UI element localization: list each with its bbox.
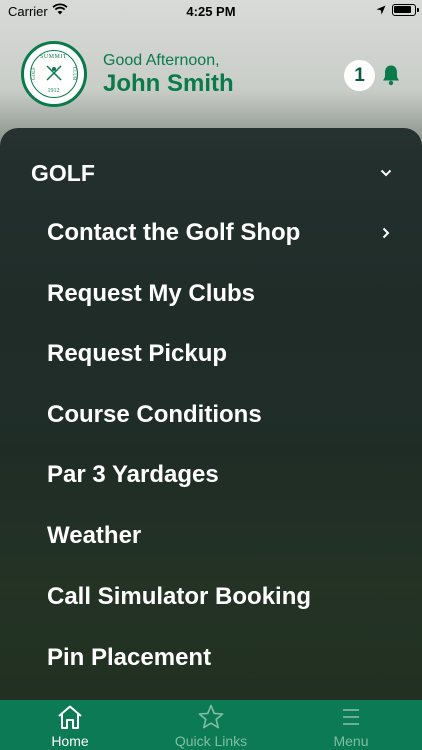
menu-item-label: Call Simulator Booking (47, 583, 312, 610)
star-icon (198, 704, 224, 729)
greeting: Good Afternoon, (103, 52, 220, 69)
tab-bar: Home Quick Links Menu (0, 700, 422, 750)
menu-item-label: Course Conditions (47, 401, 262, 428)
menu-item-label: Weather (47, 522, 142, 549)
header: SUMMIT GOLF CLUB 1912 Good Afternoon, Jo… (0, 24, 422, 130)
battery-icon (392, 4, 419, 16)
section-title: GOLF (31, 160, 95, 186)
menu-item-label: Pin Placement (47, 644, 212, 671)
tab-label: Menu (333, 733, 369, 749)
tab-label: Home (51, 733, 89, 749)
crossed-clubs-icon (46, 65, 62, 81)
menu-item-pin-placement[interactable]: Pin Placement (0, 630, 422, 688)
tab-home[interactable]: Home (0, 700, 140, 750)
menu-item-label: Par 3 Yardages (47, 461, 219, 488)
notification-badge[interactable]: 1 (344, 60, 375, 91)
menu-item-call-simulator-booking[interactable]: Call Simulator Booking (0, 569, 422, 627)
menu-item-contact-golf-shop[interactable]: Contact the Golf Shop (0, 205, 422, 263)
home-icon (58, 705, 82, 729)
status-bar: Carrier 4:25 PM (0, 0, 422, 24)
tab-menu[interactable]: Menu (281, 700, 421, 750)
menu-item-label: Request My Clubs (47, 280, 256, 307)
club-logo: SUMMIT GOLF CLUB 1912 (21, 41, 87, 107)
location-arrow-icon (376, 5, 386, 15)
bell-icon[interactable] (381, 64, 401, 86)
user-name: John Smith (103, 70, 234, 97)
menu-item-label: Request Pickup (47, 340, 228, 367)
menu-item-weather[interactable]: Weather (0, 508, 422, 566)
menu-item-label: Contact the Golf Shop (47, 219, 301, 246)
clock: 4:25 PM (186, 4, 236, 19)
chevron-right-icon (382, 227, 390, 239)
menu-icon (343, 709, 359, 725)
menu-item-request-pickup[interactable]: Request Pickup (0, 326, 422, 384)
menu-item-request-my-clubs[interactable]: Request My Clubs (0, 266, 422, 324)
menu-panel: GOLF Contact the Golf Shop Request My Cl… (0, 128, 422, 700)
tab-label: Quick Links (174, 733, 248, 749)
tab-quick-links[interactable]: Quick Links (141, 700, 281, 750)
chevron-down-icon (380, 169, 392, 177)
menu-item-par-3-yardages[interactable]: Par 3 Yardages (0, 447, 422, 505)
menu-item-course-conditions[interactable]: Course Conditions (0, 387, 422, 445)
